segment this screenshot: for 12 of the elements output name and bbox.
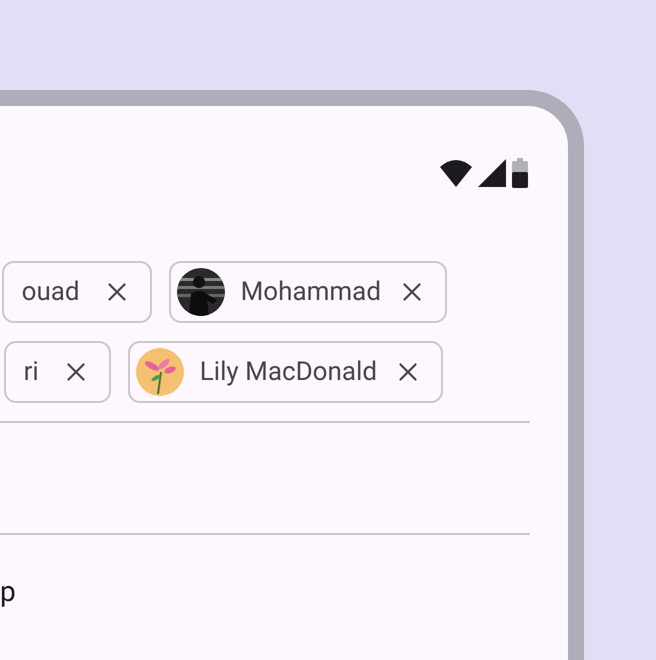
chip-label: ri [24, 356, 39, 388]
contact-chip[interactable]: Mohammad [168, 261, 447, 323]
wifi-icon [440, 159, 472, 187]
contact-chip[interactable]: ouad [2, 261, 152, 323]
signal-icon [478, 159, 506, 187]
chip-label: Mohammad [240, 276, 381, 308]
body-text: p [0, 575, 16, 608]
battery-icon [512, 158, 528, 188]
chip-label: Lily MacDonald [200, 356, 377, 388]
contact-chip[interactable]: Lily MacDonald [128, 341, 443, 403]
chip-label: ouad [22, 276, 80, 308]
contact-chip[interactable]: ri [4, 341, 111, 403]
